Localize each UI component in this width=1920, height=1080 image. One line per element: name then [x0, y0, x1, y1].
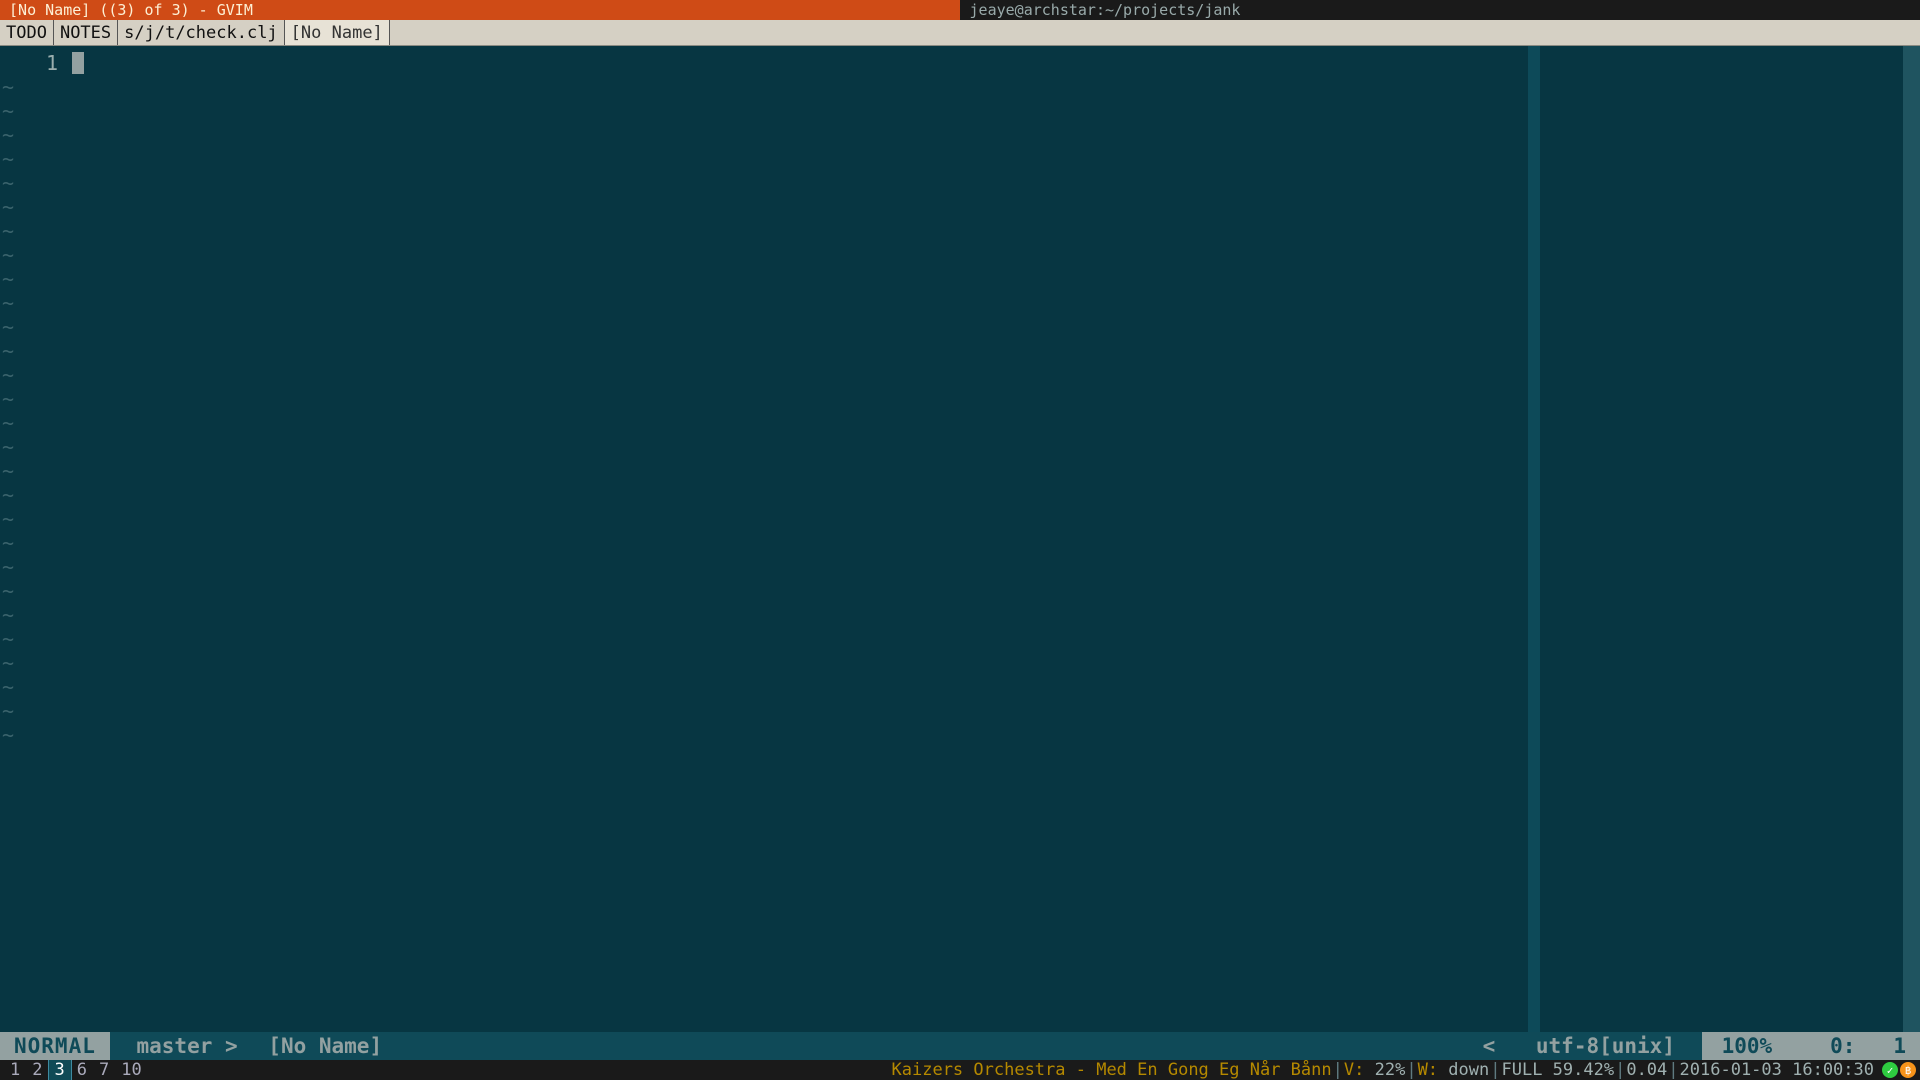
- vim-tab-noname[interactable]: [No Name]: [285, 20, 390, 45]
- empty-line-tilde: ~: [0, 627, 58, 651]
- statusline-encoding: utf-8[unix]: [1509, 1032, 1701, 1060]
- now-playing: Kaizers Orchestra - Med En Gong Eg Når B…: [892, 1060, 1332, 1080]
- empty-line-tilde: ~: [0, 123, 58, 147]
- empty-line-tilde: ~: [0, 363, 58, 387]
- empty-line-tilde: ~: [0, 219, 58, 243]
- line-number-gutter: 1 ~~~~~~~~~~~~~~~~~~~~~~~~~~~~: [0, 46, 72, 1032]
- gvim-window: TODO NOTES s/j/t/check.clj [No Name] 1 ~…: [0, 20, 1920, 1060]
- empty-line-tilde: ~: [0, 195, 58, 219]
- vim-tab-check[interactable]: s/j/t/check.clj: [118, 20, 285, 45]
- empty-line-tilde: ~: [0, 291, 58, 315]
- text-cursor: [72, 52, 84, 74]
- empty-line-tilde: ~: [0, 339, 58, 363]
- datetime: 2016-01-03 16:00:30: [1680, 1060, 1874, 1080]
- separator: |: [1614, 1060, 1626, 1080]
- empty-line-tilde: ~: [0, 603, 58, 627]
- line-number: 1: [0, 51, 58, 75]
- vim-tab-todo[interactable]: TODO: [0, 20, 54, 45]
- empty-line-tilde: ~: [0, 75, 58, 99]
- wm-titlebar: [No Name] ((3) of 3) - GVIM jeaye@archst…: [0, 0, 1920, 20]
- workspace-7[interactable]: 7: [93, 1060, 115, 1080]
- statusline-percent: 100%: [1702, 1032, 1793, 1060]
- empty-line-tilde: ~: [0, 171, 58, 195]
- statusline-branch: master >: [110, 1032, 264, 1060]
- empty-line-tilde: ~: [0, 699, 58, 723]
- editor-area[interactable]: 1 ~~~~~~~~~~~~~~~~~~~~~~~~~~~~: [0, 46, 1920, 1032]
- empty-line-tilde: ~: [0, 99, 58, 123]
- statusline-position: 0: 1: [1792, 1032, 1920, 1060]
- vertical-scrollbar[interactable]: [1903, 46, 1920, 1032]
- empty-line-tilde: ~: [0, 579, 58, 603]
- empty-line-tilde: ~: [0, 411, 58, 435]
- empty-line-tilde: ~: [0, 531, 58, 555]
- wm-tab-gvim[interactable]: [No Name] ((3) of 3) - GVIM: [0, 0, 960, 20]
- separator: |: [1332, 1060, 1344, 1080]
- wm-tab-terminal[interactable]: jeaye@archstar:~/projects/jank: [961, 0, 1920, 20]
- tray-check-icon[interactable]: ✓: [1882, 1062, 1898, 1078]
- separator: |: [1489, 1060, 1501, 1080]
- empty-line-tilde: ~: [0, 675, 58, 699]
- vim-tab-notes[interactable]: NOTES: [54, 20, 118, 45]
- tray-bitcoin-icon[interactable]: ฿: [1900, 1062, 1916, 1078]
- workspace-1[interactable]: 1: [4, 1060, 26, 1080]
- separator: |: [1667, 1060, 1679, 1080]
- empty-line-tilde: ~: [0, 483, 58, 507]
- workspace-10[interactable]: 10: [115, 1060, 147, 1080]
- wm-statusbar: 1236710 Kaizers Orchestra - Med En Gong …: [0, 1060, 1920, 1080]
- scrollbar-thumb[interactable]: [1903, 46, 1920, 1032]
- statusline-filename: [No Name]: [264, 1032, 386, 1060]
- workspace-3[interactable]: 3: [49, 1060, 71, 1080]
- statusline-arrow: <: [1469, 1032, 1510, 1060]
- empty-line-tilde: ~: [0, 243, 58, 267]
- empty-line-tilde: ~: [0, 555, 58, 579]
- system-tray: ✓ ฿: [1874, 1062, 1920, 1078]
- vim-tabline: TODO NOTES s/j/t/check.clj [No Name]: [0, 20, 1920, 46]
- empty-line-tilde: ~: [0, 435, 58, 459]
- empty-line-tilde: ~: [0, 147, 58, 171]
- battery-status: FULL 59.42%: [1501, 1060, 1614, 1080]
- load-average: 0.04: [1626, 1060, 1667, 1080]
- volume-value: 22%: [1364, 1060, 1405, 1080]
- text-buffer[interactable]: [72, 46, 1920, 1032]
- wifi-label: W:: [1418, 1060, 1438, 1080]
- wifi-value: down: [1438, 1060, 1489, 1080]
- empty-line-tilde: ~: [0, 651, 58, 675]
- workspace-6[interactable]: 6: [71, 1060, 93, 1080]
- separator: |: [1405, 1060, 1417, 1080]
- empty-line-tilde: ~: [0, 267, 58, 291]
- empty-line-tilde: ~: [0, 315, 58, 339]
- empty-line-tilde: ~: [0, 507, 58, 531]
- workspace-2[interactable]: 2: [26, 1060, 48, 1080]
- empty-line-tilde: ~: [0, 387, 58, 411]
- empty-line-tilde: ~: [0, 723, 58, 747]
- statusline-mode: NORMAL: [0, 1032, 110, 1060]
- empty-line-tilde: ~: [0, 459, 58, 483]
- volume-label: V:: [1344, 1060, 1364, 1080]
- workspace-list: 1236710: [0, 1060, 148, 1080]
- vim-statusline: NORMAL master > [No Name] < utf-8[unix] …: [0, 1032, 1920, 1060]
